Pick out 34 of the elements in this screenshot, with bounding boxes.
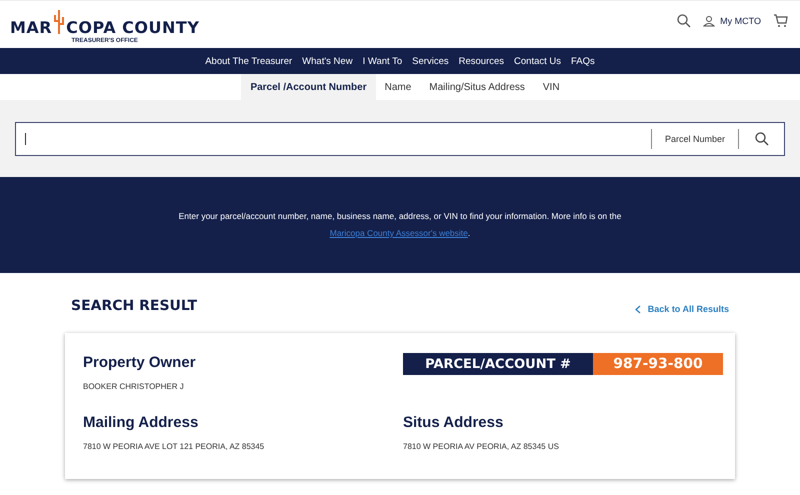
section-title: SEARCH RESULT: [71, 298, 198, 314]
parcel-label: PARCEL/ACCOUNT #: [403, 353, 593, 375]
logo-text: MAR: [10, 19, 52, 37]
search-tab[interactable]: Mailing/Situs Address: [420, 74, 534, 100]
field-value: 7810 W PEORIA AVE LOT 121 PEORIA, AZ 85345: [83, 441, 266, 453]
field-value: 7810 W PEORIA AV PEORIA, AZ 85345 US: [403, 441, 560, 453]
nav-link[interactable]: Services: [412, 56, 449, 66]
person-icon: [703, 15, 716, 27]
search-tab[interactable]: VIN: [534, 74, 569, 100]
field-value: BOOKER CHRISTOPHER J: [83, 381, 185, 393]
nav-link[interactable]: I Want To: [362, 56, 402, 66]
parcel-number: 987-93-800: [593, 353, 723, 375]
assessor-link[interactable]: Maricopa County Assessor's website: [330, 228, 468, 238]
nav-link[interactable]: Contact Us: [514, 56, 562, 66]
nav-link[interactable]: What's New: [302, 56, 353, 66]
chevron-left-icon: [634, 304, 641, 314]
nav-link[interactable]: About The Treasurer: [205, 56, 292, 66]
info-text: Enter your parcel/account number, name, business name, address, or VIN to find your information. More info is on the Maricopa County Assessor's website.: [178, 210, 622, 240]
back-link[interactable]: Back to All Results: [634, 298, 729, 314]
cactus-icon: [53, 9, 66, 35]
account-link[interactable]: My MCTO: [703, 15, 761, 27]
field-label: Property Owner: [83, 353, 197, 373]
search-icon[interactable]: [755, 132, 769, 146]
field-label: Mailing Address: [83, 413, 200, 433]
field-label: Situs Address: [403, 413, 504, 433]
search-icon[interactable]: [677, 14, 692, 28]
nav-link[interactable]: Resources: [458, 56, 504, 66]
nav-link[interactable]: FAQs: [571, 56, 595, 66]
logo-text: COPA COUNTY: [66, 19, 200, 37]
search-tab[interactable]: Name: [376, 74, 420, 100]
search-field[interactable]: Parcel Number: [15, 122, 785, 156]
search-type-dropdown[interactable]: Parcel Number: [652, 134, 738, 144]
search-tab[interactable]: Parcel /Account Number: [241, 74, 376, 100]
cart-icon[interactable]: [773, 14, 788, 28]
